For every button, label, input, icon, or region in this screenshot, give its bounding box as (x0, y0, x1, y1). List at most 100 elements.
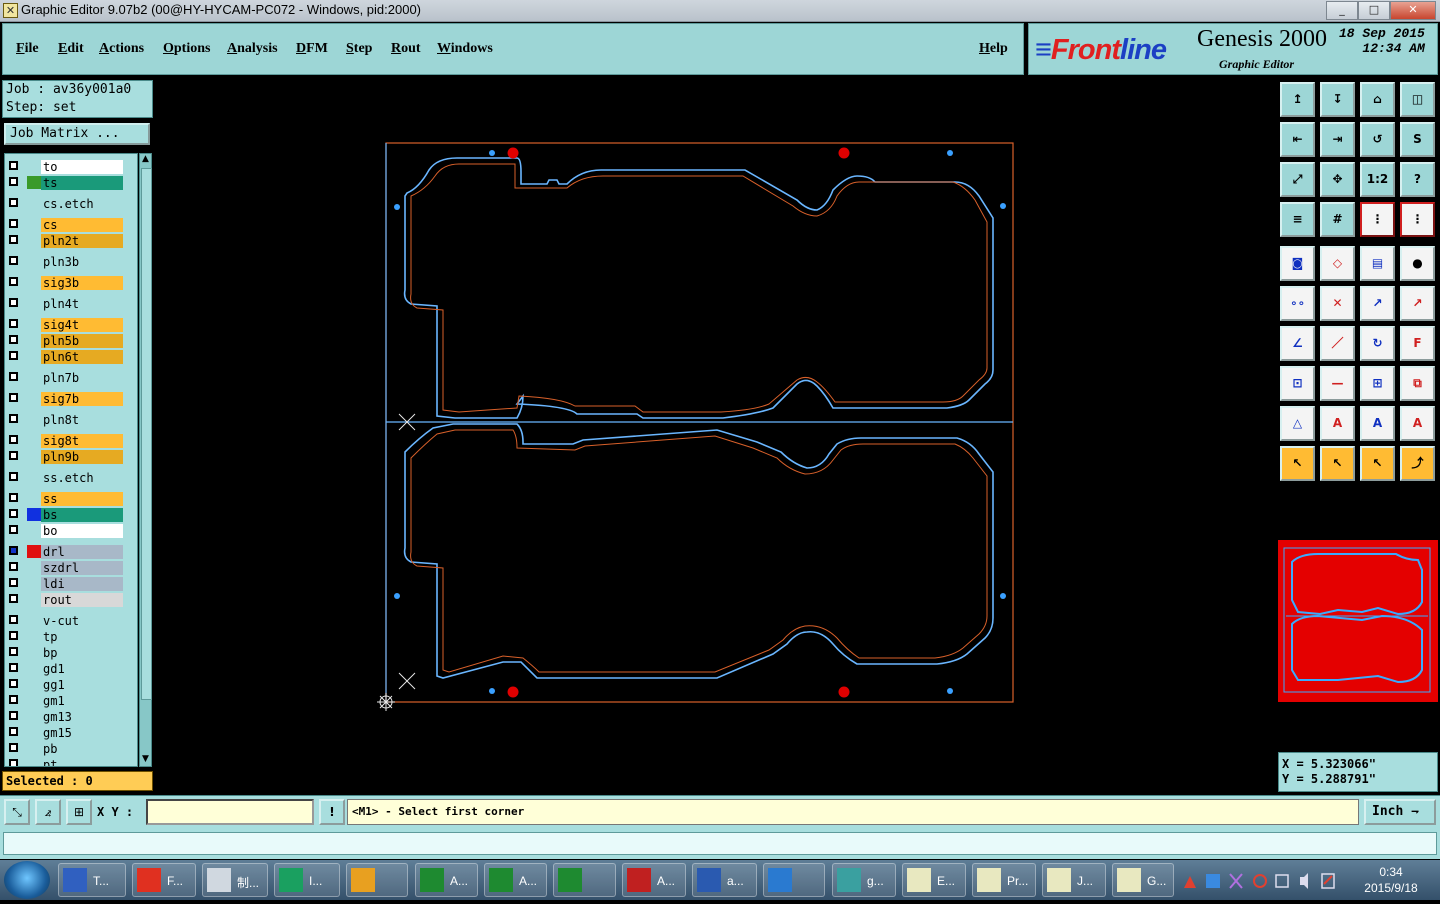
taskbar-item[interactable]: A... (484, 863, 547, 897)
tool-button-icon[interactable]: ↺ (1360, 122, 1395, 157)
layer-checkbox[interactable] (9, 743, 18, 752)
taskbar-item[interactable]: T... (58, 863, 126, 897)
tool-button-icon[interactable]: ∘∘ (1280, 286, 1315, 321)
taskbar-item[interactable]: J... (1042, 863, 1106, 897)
tool-button-icon[interactable]: A (1360, 406, 1395, 441)
tool-button-icon[interactable]: ◙ (1280, 246, 1315, 281)
menu-rout[interactable]: Rout (391, 41, 421, 57)
start-button[interactable] (4, 861, 50, 899)
menu-options[interactable]: Options (163, 41, 210, 57)
close-button[interactable]: ✕ (1390, 1, 1436, 20)
tool-button-icon[interactable]: ◇ (1320, 246, 1355, 281)
layer-checkbox[interactable] (9, 663, 18, 672)
tool-button-icon[interactable]: ↧ (1320, 82, 1355, 117)
layer-row[interactable]: sig7b (5, 391, 137, 406)
tool-button-icon[interactable]: ↖ (1280, 446, 1315, 481)
layer-checkbox[interactable] (9, 509, 18, 518)
grid-snap-icon[interactable]: ⊞ (66, 799, 92, 825)
layer-row[interactable]: bp (5, 645, 137, 660)
layer-row[interactable]: pln6t (5, 349, 137, 364)
layer-row[interactable]: pln4t (5, 296, 137, 311)
layer-row[interactable]: v-cut (5, 613, 137, 628)
taskbar-item[interactable] (553, 863, 616, 897)
taskbar-item[interactable]: a... (692, 863, 757, 897)
layer-checkbox[interactable] (9, 351, 18, 360)
layer-checkbox[interactable] (9, 335, 18, 344)
menu-windows[interactable]: Windows (437, 41, 493, 57)
tool-button-icon[interactable]: ↗ (1400, 286, 1435, 321)
tool-button-icon[interactable]: ⌂ (1360, 82, 1395, 117)
layer-checkbox[interactable] (9, 472, 18, 481)
taskbar-item[interactable]: I... (274, 863, 340, 897)
layer-row[interactable]: pln5b (5, 333, 137, 348)
tool-button-icon[interactable]: ⊞ (1360, 366, 1395, 401)
layer-checkbox[interactable] (9, 393, 18, 402)
layer-row[interactable]: pln3b (5, 254, 137, 269)
tool-button-icon[interactable]: ⋮ (1360, 202, 1395, 237)
taskbar-item[interactable]: G... (1112, 863, 1174, 897)
tool-button-icon[interactable]: ↥ (1280, 82, 1315, 117)
tool-button-icon[interactable]: △ (1280, 406, 1315, 441)
taskbar-item[interactable]: E... (902, 863, 966, 897)
zoom-window-icon[interactable]: ⤡ (4, 799, 30, 825)
layer-checkbox[interactable] (9, 319, 18, 328)
tool-button-icon[interactable]: ✕ (1320, 286, 1355, 321)
graphic-canvas[interactable] (157, 78, 1275, 794)
menu-help[interactable]: Help (979, 41, 1008, 57)
layer-row[interactable]: bo (5, 523, 137, 538)
unit-select[interactable]: Inch ⇁ (1364, 799, 1436, 825)
layer-checkbox[interactable] (9, 578, 18, 587)
layer-checkbox[interactable] (9, 727, 18, 736)
menu-actions[interactable]: Actions (99, 41, 144, 57)
layer-checkbox[interactable] (9, 161, 18, 170)
tool-button-icon[interactable]: ↗ (1360, 286, 1395, 321)
tool-button-icon[interactable]: ↖ (1320, 446, 1355, 481)
layer-checkbox[interactable] (9, 451, 18, 460)
layer-row[interactable]: drl (5, 544, 137, 559)
tool-button-icon[interactable]: ▤ (1360, 246, 1395, 281)
minimize-button[interactable]: _ (1326, 1, 1358, 20)
layer-row[interactable]: gd1 (5, 661, 137, 676)
taskbar-item[interactable] (763, 863, 825, 897)
tool-button-icon[interactable]: A (1320, 406, 1355, 441)
layer-checkbox[interactable] (9, 198, 18, 207)
menu-dfm[interactable]: DFM (296, 41, 328, 57)
system-clock[interactable]: 0:34 2015/9/18 (1346, 864, 1436, 898)
scroll-down-icon[interactable]: ▼ (140, 754, 151, 766)
tool-button-icon[interactable]: ∠ (1280, 326, 1315, 361)
tool-button-icon[interactable]: 1:2 (1360, 162, 1395, 197)
layer-row[interactable]: pln7b (5, 370, 137, 385)
job-matrix-button[interactable]: Job Matrix ... (4, 123, 150, 145)
layer-row[interactable]: tp (5, 629, 137, 644)
layer-checkbox[interactable] (9, 277, 18, 286)
tool-button-icon[interactable]: F (1400, 326, 1435, 361)
layer-row[interactable]: ts (5, 175, 137, 190)
layer-checkbox[interactable] (9, 298, 18, 307)
warning-icon[interactable]: ! (319, 799, 345, 825)
tool-button-icon[interactable]: ⊡ (1280, 366, 1315, 401)
layer-checkbox[interactable] (9, 493, 18, 502)
menu-file[interactable]: File (16, 41, 39, 57)
tool-button-icon[interactable]: — (1320, 366, 1355, 401)
layer-row[interactable]: pln8t (5, 412, 137, 427)
measure-icon[interactable]: ⦨ (35, 799, 61, 825)
menu-analysis[interactable]: Analysis (227, 41, 278, 57)
layer-row[interactable]: cs.etch (5, 196, 137, 211)
layer-checkbox[interactable] (9, 435, 18, 444)
layer-checkbox[interactable] (9, 235, 18, 244)
layer-row[interactable]: pln2t (5, 233, 137, 248)
tool-button-icon[interactable]: ● (1400, 246, 1435, 281)
layer-row[interactable]: rout (5, 592, 137, 607)
layer-row[interactable]: cs (5, 217, 137, 232)
layer-row[interactable]: szdrl (5, 560, 137, 575)
layer-checkbox[interactable] (9, 759, 18, 766)
layer-checkbox[interactable] (9, 256, 18, 265)
layer-row[interactable]: pt (5, 757, 137, 766)
layer-checkbox[interactable] (9, 647, 18, 656)
menu-step[interactable]: Step (346, 41, 372, 57)
layer-checkbox[interactable] (9, 372, 18, 381)
layer-row[interactable]: pln9b (5, 449, 137, 464)
taskbar-item[interactable]: A... (415, 863, 478, 897)
layer-checkbox[interactable] (9, 594, 18, 603)
layer-row[interactable]: pb (5, 741, 137, 756)
